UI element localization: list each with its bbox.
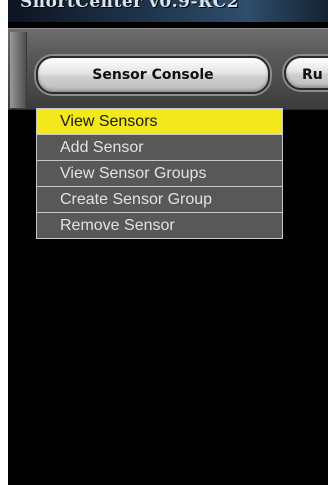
menu-item-view-sensors[interactable]: View Sensors	[37, 109, 282, 135]
sensor-console-dropdown-menu: View Sensors Add Sensor View Sensor Grou…	[36, 108, 283, 239]
menu-item-remove-sensor[interactable]: Remove Sensor	[37, 213, 282, 238]
sensor-console-label: Sensor Console	[92, 67, 214, 83]
rules-button-label: Ru	[302, 67, 323, 83]
app-frame: SnortCenter v0.9-RC2 Sensor Console Ru V…	[8, 0, 328, 485]
sensor-console-button[interactable]: Sensor Console	[36, 56, 270, 94]
rules-button[interactable]: Ru	[284, 56, 328, 90]
toolbar-grip-handle[interactable]	[10, 32, 27, 108]
menu-item-view-sensor-groups[interactable]: View Sensor Groups	[37, 161, 282, 187]
app-title: SnortCenter v0.9-RC2	[20, 0, 240, 12]
menu-item-create-sensor-group[interactable]: Create Sensor Group	[37, 187, 282, 213]
title-banner: SnortCenter v0.9-RC2	[8, 0, 328, 22]
menu-item-add-sensor[interactable]: Add Sensor	[37, 135, 282, 161]
